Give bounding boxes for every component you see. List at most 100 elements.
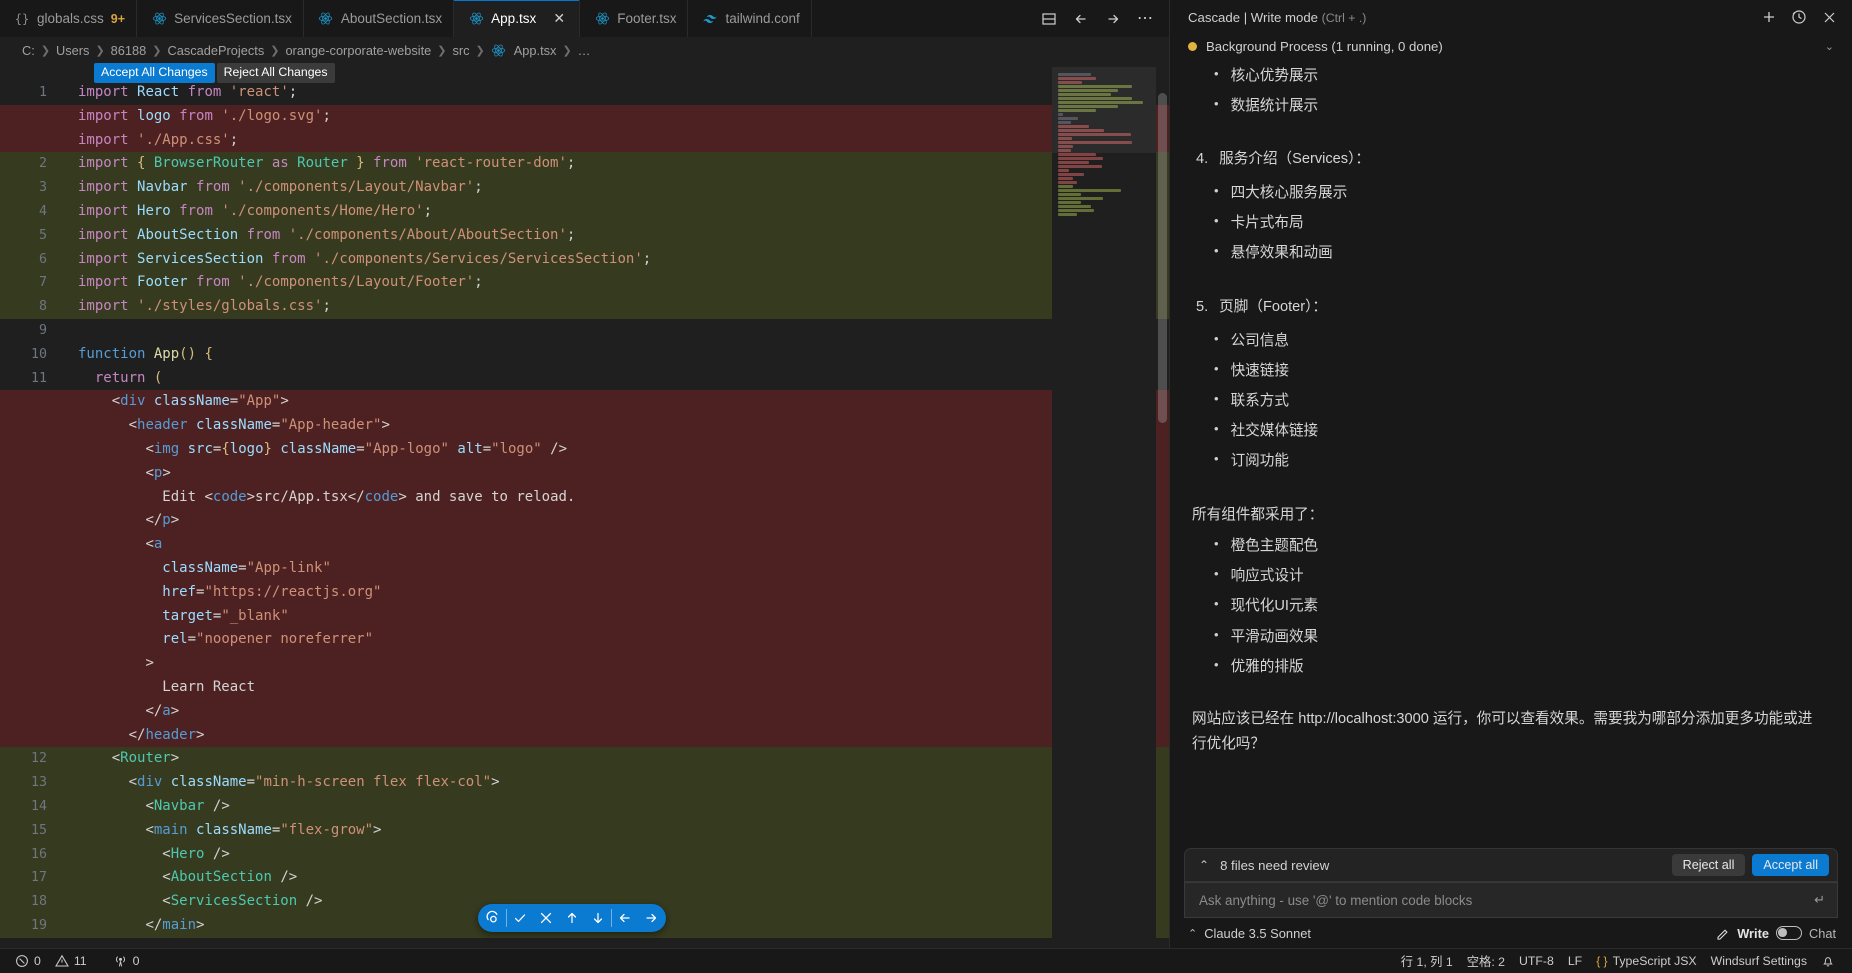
cascade-logo-icon[interactable]: [480, 904, 506, 932]
accept-all-changes-button[interactable]: Accept All Changes: [94, 63, 215, 84]
new-conversation-button[interactable]: [1756, 4, 1782, 30]
code-text[interactable]: </a>: [62, 700, 886, 724]
code-text[interactable]: <main className="flex-grow">: [62, 819, 886, 843]
code-text[interactable]: <img src={logo} className="App-logo" alt…: [62, 438, 886, 462]
encoding-status[interactable]: UTF-8: [1512, 954, 1561, 968]
breadcrumb-item[interactable]: C:: [22, 43, 35, 58]
cascade-input-placeholder[interactable]: Ask anything - use '@' to mention code b…: [1199, 893, 1814, 908]
code-text[interactable]: <Hero />: [62, 843, 886, 867]
code-text[interactable]: Learn React: [62, 676, 886, 700]
reject-all-changes-button[interactable]: Reject All Changes: [216, 63, 335, 84]
breadcrumb-item[interactable]: CascadeProjects: [167, 43, 264, 58]
background-process-row[interactable]: Background Process (1 running, 0 done) ⌄: [1170, 34, 1852, 60]
accept-all-button[interactable]: Accept all: [1752, 854, 1829, 876]
code-text[interactable]: target="_blank": [62, 605, 886, 629]
code-text[interactable]: rel="noopener noreferrer": [62, 628, 886, 652]
code-text[interactable]: import { BrowserRouter as Router } from …: [62, 152, 886, 176]
list-number: 4.: [1196, 151, 1209, 168]
breadcrumb-item[interactable]: …: [578, 43, 591, 58]
write-chat-toggle[interactable]: [1775, 926, 1802, 940]
code-text[interactable]: import Navbar from './components/Layout/…: [62, 176, 886, 200]
editor-tab-footer-tsx[interactable]: Footer.tsx: [580, 0, 689, 37]
write-mode-label[interactable]: Write: [1737, 926, 1769, 941]
next-change-button[interactable]: [585, 904, 611, 932]
code-text[interactable]: <Router>: [62, 747, 886, 771]
code-text[interactable]: >: [62, 652, 886, 676]
history-button[interactable]: [1786, 4, 1812, 30]
code-scroll-area[interactable]: 1 import React from 'react'; import logo f…: [0, 63, 1169, 948]
code-text[interactable]: import './App.css';: [62, 129, 886, 153]
windsurf-settings-status[interactable]: Windsurf Settings: [1704, 954, 1814, 968]
split-editor-button[interactable]: [1035, 5, 1063, 33]
scrollbar-thumb[interactable]: [1158, 93, 1167, 423]
chevron-up-icon[interactable]: ⌃: [1199, 858, 1209, 872]
model-selector-label[interactable]: Claude 3.5 Sonnet: [1204, 926, 1311, 941]
more-actions-button[interactable]: ⋯: [1131, 5, 1159, 33]
code-text[interactable]: return (: [62, 367, 886, 391]
breadcrumb-item[interactable]: App.tsx: [514, 43, 557, 58]
chevron-down-icon[interactable]: ⌄: [1825, 40, 1834, 53]
indentation-status[interactable]: 空格: 2: [1460, 952, 1512, 970]
code-text[interactable]: <AboutSection />: [62, 866, 886, 890]
code-text[interactable]: import logo from './logo.svg';: [62, 105, 886, 129]
code-text[interactable]: Edit <code>src/App.tsx</code> and save t…: [62, 486, 886, 510]
errors-status[interactable]: 0: [8, 949, 48, 973]
navigate-back-button[interactable]: [1067, 5, 1095, 33]
code-text[interactable]: <div className="App">: [62, 390, 886, 414]
breadcrumb-item[interactable]: src: [452, 43, 469, 58]
language-mode-status[interactable]: { } TypeScript JSX: [1589, 954, 1703, 968]
code-text[interactable]: </main>: [62, 914, 886, 938]
editor-tab-aboutsection-tsx[interactable]: AboutSection.tsx: [303, 0, 455, 37]
code-text[interactable]: href="https://reactjs.org": [62, 581, 886, 605]
navigate-back-button[interactable]: [612, 904, 638, 932]
code-text[interactable]: <a: [62, 533, 886, 557]
code-editor-region[interactable]: Accept All Changes Reject All Changes 1i…: [0, 63, 1169, 948]
code-text[interactable]: import AboutSection from './components/A…: [62, 224, 886, 248]
close-tab-button[interactable]: ✕: [550, 10, 568, 28]
code-text[interactable]: <div className="min-h-screen flex flex-c…: [62, 771, 886, 795]
breadcrumb-item[interactable]: Users: [56, 43, 89, 58]
code-text[interactable]: className="App-link": [62, 557, 886, 581]
code-text[interactable]: </p>: [62, 509, 886, 533]
code-text[interactable]: import Footer from './components/Layout/…: [62, 271, 886, 295]
close-panel-button[interactable]: [1816, 4, 1842, 30]
code-text[interactable]: <ServicesSection />: [62, 890, 886, 914]
language-mode-label: TypeScript JSX: [1612, 954, 1697, 968]
code-text[interactable]: import './styles/globals.css';: [62, 295, 886, 319]
editor-tab-servicessection-tsx[interactable]: ServicesSection.tsx: [137, 0, 304, 37]
chat-mode-label[interactable]: Chat: [1809, 926, 1836, 941]
breadcrumb-item[interactable]: 86188: [111, 43, 147, 58]
code-text[interactable]: function App() {: [62, 343, 886, 367]
minimap[interactable]: [1052, 63, 1156, 948]
accept-change-button[interactable]: [507, 904, 533, 932]
eol-status[interactable]: LF: [1561, 954, 1589, 968]
chevron-up-icon[interactable]: ⌃: [1188, 927, 1197, 940]
notifications-status[interactable]: [1814, 954, 1842, 968]
code-text[interactable]: <Navbar />: [62, 795, 886, 819]
previous-change-button[interactable]: [559, 904, 585, 932]
minimap-slider[interactable]: [1052, 67, 1156, 153]
reject-change-button[interactable]: [533, 904, 559, 932]
ports-status[interactable]: 0: [106, 949, 147, 973]
warnings-status[interactable]: 11: [48, 949, 94, 973]
cursor-position-status[interactable]: 行 1, 列 1: [1394, 952, 1460, 970]
code-line: <div className="App">: [0, 390, 1169, 415]
code-text[interactable]: import ServicesSection from './component…: [62, 248, 886, 272]
code-text[interactable]: import React from 'react';: [62, 81, 886, 105]
editor-vertical-scrollbar[interactable]: [1156, 63, 1169, 948]
numbered-item-label: 服务介绍（Services）：: [1219, 151, 1370, 168]
code-text[interactable]: import Hero from './components/Home/Hero…: [62, 200, 886, 224]
navigate-forward-button[interactable]: [638, 904, 664, 932]
navigate-forward-button[interactable]: [1099, 5, 1127, 33]
editor-tab-globals-css[interactable]: {} globals.css 9+: [0, 0, 138, 37]
submit-enter-icon[interactable]: ↵: [1814, 892, 1825, 908]
editor-tab-tailwind-conf[interactable]: tailwind.conf: [688, 0, 812, 37]
code-text[interactable]: </header>: [62, 724, 886, 748]
code-text[interactable]: <p>: [62, 462, 886, 486]
cascade-input-box[interactable]: Ask anything - use '@' to mention code b…: [1184, 882, 1838, 918]
minimap-line: [1058, 153, 1096, 156]
breadcrumb-item[interactable]: orange-corporate-website: [285, 43, 431, 58]
code-text[interactable]: <header className="App-header">: [62, 414, 886, 438]
reject-all-button[interactable]: Reject all: [1671, 854, 1746, 876]
editor-tab-app-tsx[interactable]: App.tsx ✕: [454, 0, 581, 37]
